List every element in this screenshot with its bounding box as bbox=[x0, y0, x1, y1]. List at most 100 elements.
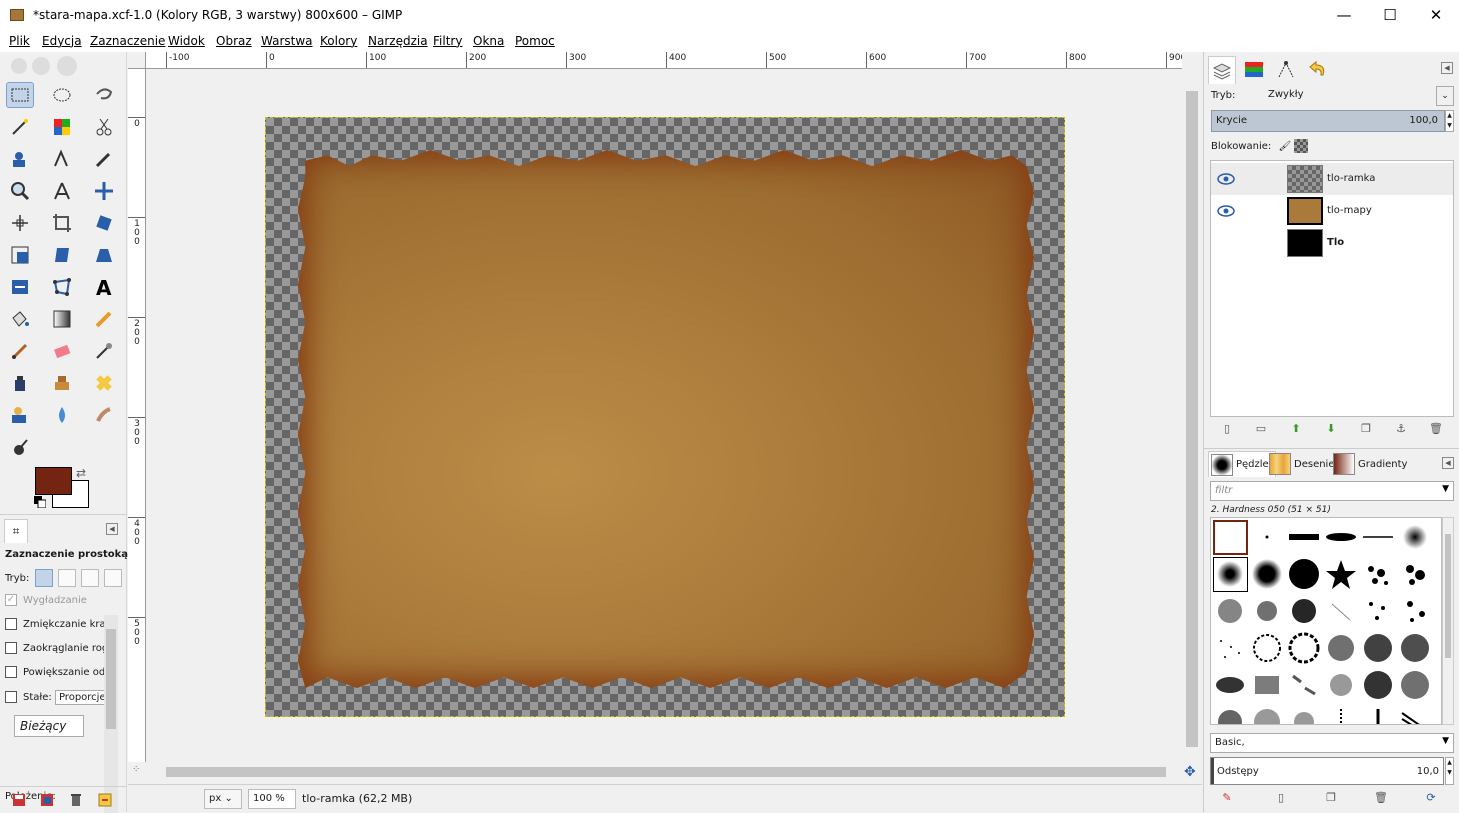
expand-checkbox[interactable] bbox=[5, 666, 17, 678]
navigate-icon[interactable]: ✥ bbox=[1184, 764, 1196, 780]
new-layer-group-icon[interactable]: ▭ bbox=[1254, 422, 1268, 436]
undo-history-tab-icon[interactable] bbox=[1304, 56, 1332, 84]
brush-cell[interactable] bbox=[1398, 520, 1433, 555]
new-brush-icon[interactable]: ▯ bbox=[1274, 791, 1288, 805]
swap-colors-icon[interactable]: ⇄ bbox=[76, 466, 86, 480]
paintbrush-icon[interactable] bbox=[6, 338, 34, 364]
delete-tool-preset-icon[interactable] bbox=[69, 793, 83, 807]
rotate-icon[interactable] bbox=[90, 210, 118, 236]
align-icon[interactable] bbox=[6, 210, 34, 236]
brush-cell[interactable] bbox=[1250, 520, 1285, 555]
tool-options-scrollbar[interactable] bbox=[104, 615, 118, 813]
current-ratio-field[interactable]: Bieżący bbox=[14, 715, 84, 737]
close-button[interactable]: ✕ bbox=[1413, 0, 1459, 30]
blur-icon[interactable] bbox=[48, 402, 76, 428]
brush-cell[interactable] bbox=[1324, 594, 1359, 629]
minimize-button[interactable]: — bbox=[1321, 0, 1367, 30]
delete-brush-icon[interactable]: 🗑 bbox=[1374, 791, 1388, 805]
duplicate-layer-icon[interactable]: ❐ bbox=[1359, 422, 1373, 436]
brush-cell[interactable] bbox=[1250, 668, 1285, 703]
lower-layer-icon[interactable]: ⬇ bbox=[1324, 422, 1338, 436]
brush-set-dropdown-icon[interactable]: ▼ bbox=[1442, 736, 1449, 746]
cage-transform-icon[interactable] bbox=[48, 274, 76, 300]
quick-mask-icon[interactable]: ⁘ bbox=[132, 764, 140, 775]
panel-menu-icon[interactable]: ◀ bbox=[106, 523, 118, 535]
menu-narzedzia[interactable]: Narzędzia bbox=[368, 34, 428, 48]
brush-cell[interactable] bbox=[1213, 668, 1248, 703]
brush-cell[interactable] bbox=[1213, 594, 1248, 629]
brush-cell[interactable] bbox=[1324, 705, 1359, 724]
crop-icon[interactable] bbox=[48, 210, 76, 236]
rounded-checkbox[interactable] bbox=[5, 642, 17, 654]
menu-okna[interactable]: Okna bbox=[473, 34, 504, 48]
brush-cell[interactable] bbox=[1324, 557, 1359, 592]
dock-menu-icon[interactable]: ◀ bbox=[1441, 62, 1453, 74]
reset-tool-options-icon[interactable] bbox=[98, 793, 112, 807]
shear-icon[interactable] bbox=[48, 242, 76, 268]
brush-cell[interactable] bbox=[1287, 557, 1322, 592]
tool-options-tab[interactable]: ⌗ bbox=[4, 519, 28, 543]
unit-select[interactable]: px ⌄ bbox=[204, 789, 242, 809]
perspective-clone-icon[interactable] bbox=[6, 402, 34, 428]
opacity-spin-icon[interactable]: ▲ ▼ bbox=[1445, 110, 1454, 132]
gradient-icon[interactable] bbox=[48, 306, 76, 332]
mode-subtract-button[interactable] bbox=[80, 569, 99, 587]
channels-tab-icon[interactable] bbox=[1240, 56, 1268, 84]
brush-set-select[interactable]: Basic, ▼ bbox=[1210, 733, 1454, 753]
mode-replace-button[interactable] bbox=[34, 569, 53, 587]
brush-cell[interactable] bbox=[1287, 631, 1322, 666]
filter-dropdown-icon[interactable]: ▼ bbox=[1442, 484, 1449, 494]
brush-cell[interactable] bbox=[1287, 520, 1322, 555]
save-tool-preset-icon[interactable] bbox=[12, 793, 26, 807]
spacing-spin-icon[interactable]: ▲ ▼ bbox=[1445, 757, 1454, 785]
brush-cell[interactable] bbox=[1250, 557, 1285, 592]
antialias-checkbox[interactable]: ✓ bbox=[5, 594, 17, 606]
brush-cell[interactable] bbox=[1213, 520, 1248, 555]
zoom-select[interactable]: 100 % bbox=[248, 789, 296, 809]
brush-cell[interactable] bbox=[1324, 668, 1359, 703]
layers-tab-icon[interactable] bbox=[1208, 56, 1236, 84]
ink-icon[interactable] bbox=[6, 370, 34, 396]
delete-layer-icon[interactable]: 🗑 bbox=[1429, 422, 1443, 436]
fixed-select[interactable]: Proporcje bbox=[54, 690, 110, 705]
pencil-icon[interactable] bbox=[90, 306, 118, 332]
dodge-burn-icon[interactable] bbox=[6, 434, 34, 460]
reset-colors-icon[interactable] bbox=[34, 496, 46, 508]
tab-patterns[interactable]: Desenie bbox=[1267, 451, 1340, 477]
heal-icon[interactable] bbox=[90, 370, 118, 396]
maximize-button[interactable]: ☐ bbox=[1367, 0, 1413, 30]
menu-warstwa[interactable]: Warstwa bbox=[261, 34, 313, 48]
lock-pixels-icon[interactable]: 🖌 bbox=[1278, 141, 1291, 152]
layers-list[interactable]: tlo-ramka tlo-mapy Tlo bbox=[1210, 160, 1454, 417]
brush-cell[interactable] bbox=[1250, 594, 1285, 629]
menu-edycja[interactable]: Edycja bbox=[42, 34, 82, 48]
paths-tab-icon[interactable] bbox=[1272, 56, 1300, 84]
brush-cell[interactable] bbox=[1287, 705, 1322, 724]
fuzzy-select-icon[interactable] bbox=[6, 114, 34, 140]
brush-cell[interactable] bbox=[1398, 631, 1433, 666]
select-by-color-icon[interactable] bbox=[48, 114, 76, 140]
brush-cell[interactable] bbox=[1398, 668, 1433, 703]
brush-cell[interactable] bbox=[1324, 631, 1359, 666]
brush-cell[interactable] bbox=[1398, 594, 1433, 629]
brush-cell[interactable] bbox=[1287, 594, 1322, 629]
zoom-icon[interactable] bbox=[6, 178, 34, 204]
vertical-ruler[interactable]: 0 1 0 0 2 0 0 3 0 0 4 0 0 5 0 0 bbox=[128, 69, 146, 762]
feather-checkbox[interactable] bbox=[5, 618, 17, 630]
menu-pomoc[interactable]: Pomoc bbox=[515, 34, 555, 48]
layer-mode-dropdown-icon[interactable]: ⌄ bbox=[1436, 86, 1454, 106]
color-picker-icon[interactable] bbox=[90, 146, 118, 172]
opacity-slider[interactable]: Krycie 100,0 bbox=[1211, 110, 1445, 132]
brush-cell[interactable] bbox=[1361, 631, 1396, 666]
menu-filtry[interactable]: Filtry bbox=[433, 34, 462, 48]
anchor-layer-icon[interactable]: ⚓ bbox=[1394, 422, 1408, 436]
edit-brush-icon[interactable]: ✎ bbox=[1220, 791, 1234, 805]
horizontal-ruler[interactable]: -100 0 100 200 300 400 500 600 700 800 9… bbox=[146, 52, 1182, 69]
brush-cell[interactable] bbox=[1213, 631, 1248, 666]
scissors-icon[interactable] bbox=[90, 114, 118, 140]
smudge-icon[interactable] bbox=[90, 402, 118, 428]
measure-icon[interactable] bbox=[48, 178, 76, 204]
ellipse-select-icon[interactable] bbox=[48, 82, 76, 108]
raise-layer-icon[interactable]: ⬆ bbox=[1289, 422, 1303, 436]
tab-gradients[interactable]: Gradienty bbox=[1331, 451, 1413, 477]
